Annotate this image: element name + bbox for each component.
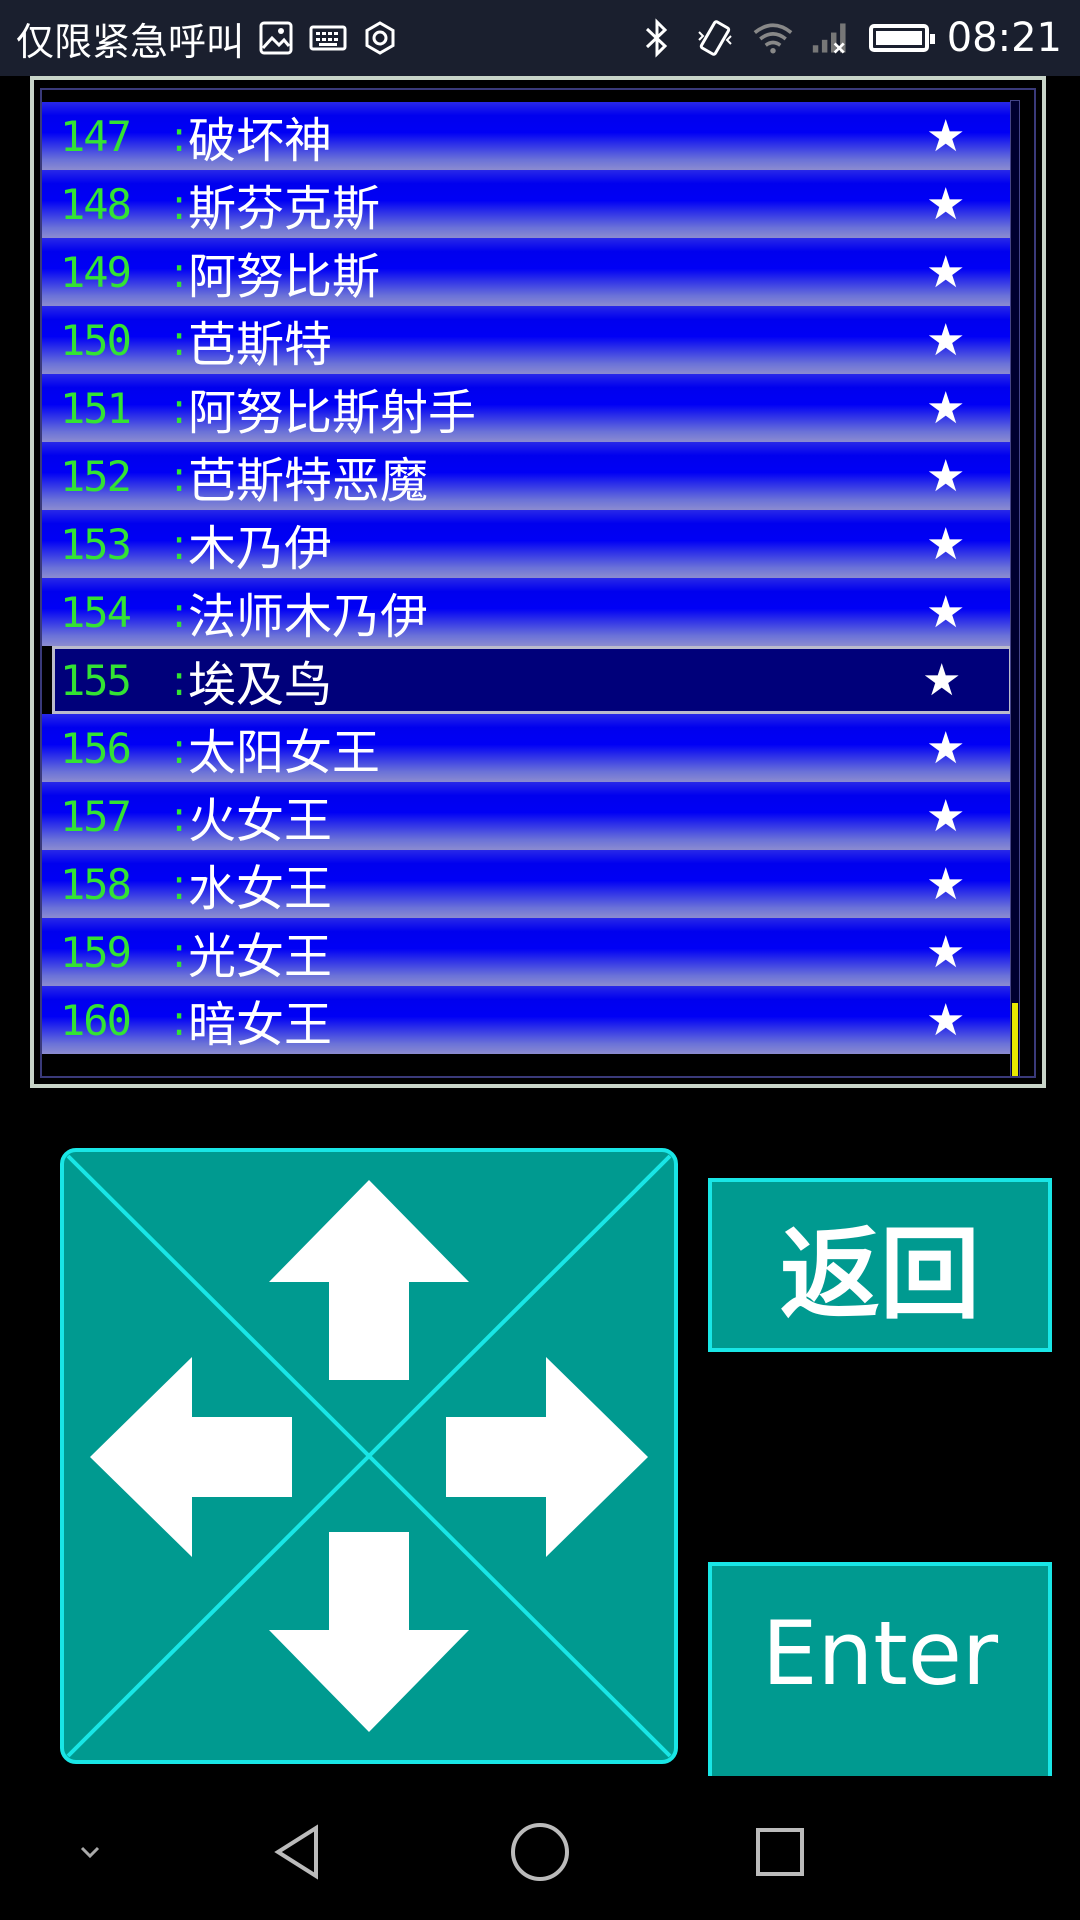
collapse-icon[interactable] xyxy=(50,1812,130,1892)
item-name: 芭斯特恶魔 xyxy=(188,453,429,509)
item-separator: : xyxy=(172,519,187,569)
item-number: 159 xyxy=(60,927,132,977)
status-left: 仅限紧急呼叫 xyxy=(16,14,400,64)
signal-icon xyxy=(811,18,851,58)
item-name: 埃及鸟 xyxy=(188,657,333,713)
star-icon: ★ xyxy=(926,926,966,978)
keyboard-icon xyxy=(308,18,348,58)
item-name: 破坏神 xyxy=(188,113,333,169)
item-name: 火女王 xyxy=(188,793,333,849)
arrow-right-icon[interactable] xyxy=(446,1357,648,1557)
list-item[interactable]: 158: 水女王 ★ xyxy=(42,850,1016,918)
system-nav-bar xyxy=(0,1776,1080,1920)
star-icon: ★ xyxy=(926,450,966,502)
item-name: 水女王 xyxy=(188,861,333,917)
item-separator: : xyxy=(172,587,187,637)
item-number: 155 xyxy=(60,655,132,705)
enter-button[interactable]: Enter xyxy=(708,1562,1052,1784)
star-icon: ★ xyxy=(926,858,966,910)
scrollbar-thumb[interactable] xyxy=(1012,1003,1018,1076)
item-number: 151 xyxy=(60,383,132,433)
item-name: 暗女王 xyxy=(188,997,333,1053)
item-name: 法师木乃伊 xyxy=(188,589,429,645)
star-icon: ★ xyxy=(926,994,966,1046)
item-separator: : xyxy=(172,791,187,841)
list-item[interactable]: 149: 阿努比斯 ★ xyxy=(42,238,1016,306)
list-item[interactable]: 148: 斯芬克斯 ★ xyxy=(42,170,1016,238)
item-separator: : xyxy=(172,859,187,909)
item-separator: : xyxy=(172,111,187,161)
list-item[interactable]: 154: 法师木乃伊 ★ xyxy=(42,578,1016,646)
item-separator: : xyxy=(172,179,187,229)
item-number: 152 xyxy=(60,451,132,501)
item-name: 芭斯特 xyxy=(188,317,333,373)
star-icon: ★ xyxy=(926,518,966,570)
star-icon: ★ xyxy=(926,790,966,842)
item-name: 木乃伊 xyxy=(188,521,333,577)
star-icon: ★ xyxy=(926,314,966,366)
recents-square-icon[interactable] xyxy=(740,1812,820,1892)
monster-list-panel: 160: 暗女王 ★ 159: 光女王 ★ 158: 水女王 ★ 157: 火女王 ★ 156: 太阳女王… xyxy=(30,76,1046,1088)
star-icon: ★ xyxy=(926,178,966,230)
item-number: 154 xyxy=(60,587,132,637)
item-number: 147 xyxy=(60,111,132,161)
item-number: 153 xyxy=(60,519,132,569)
star-icon: ★ xyxy=(922,654,962,706)
list-item[interactable]: 160: 暗女王 ★ xyxy=(42,986,1016,1054)
star-icon: ★ xyxy=(926,246,966,298)
list-item[interactable]: 150: 芭斯特 ★ xyxy=(42,306,1016,374)
item-separator: : xyxy=(172,247,187,297)
list-item[interactable]: 157: 火女王 ★ xyxy=(42,782,1016,850)
item-separator: : xyxy=(172,451,187,501)
list-item[interactable]: 153: 木乃伊 ★ xyxy=(42,510,1016,578)
status-bar: 仅限紧急呼叫 08:21 xyxy=(0,0,1080,76)
item-separator: : xyxy=(172,723,187,773)
list-item[interactable]: 159: 光女王 ★ xyxy=(42,918,1016,986)
item-number: 160 xyxy=(60,995,132,1045)
item-separator: : xyxy=(172,383,187,433)
scrollbar[interactable] xyxy=(1010,100,1020,1076)
carrier-text: 仅限紧急呼叫 xyxy=(16,19,245,64)
star-icon: ★ xyxy=(926,382,966,434)
item-separator: : xyxy=(172,927,187,977)
bluetooth-icon xyxy=(637,18,677,58)
list-item-selected[interactable]: 155: 埃及鸟 ★ xyxy=(52,646,1012,714)
star-icon: ★ xyxy=(926,586,966,638)
wifi-icon xyxy=(753,18,793,58)
item-number: 148 xyxy=(60,179,132,229)
item-name: 太阳女王 xyxy=(188,725,381,781)
direction-pad[interactable] xyxy=(60,1148,678,1764)
list-item[interactable]: 147: 破坏神 ★ xyxy=(42,102,1016,170)
back-button[interactable]: 返回 xyxy=(708,1178,1052,1352)
item-name: 光女王 xyxy=(188,929,333,985)
back-triangle-icon[interactable] xyxy=(258,1812,338,1892)
item-number: 150 xyxy=(60,315,132,365)
home-circle-icon[interactable] xyxy=(500,1812,580,1892)
vibrate-icon xyxy=(695,18,735,58)
item-separator: : xyxy=(172,315,187,365)
battery-icon xyxy=(868,24,935,52)
status-right: 08:21 xyxy=(637,14,1062,62)
star-icon: ★ xyxy=(926,110,966,162)
item-name: 斯芬克斯 xyxy=(188,181,381,237)
item-separator: : xyxy=(172,655,187,705)
monster-list[interactable]: 160: 暗女王 ★ 159: 光女王 ★ 158: 水女王 ★ 157: 火女王 ★ 156: 太阳女王… xyxy=(40,88,1036,1078)
item-number: 156 xyxy=(60,723,132,773)
item-number: 158 xyxy=(60,859,132,909)
arrow-up-icon[interactable] xyxy=(269,1180,469,1380)
item-name: 阿努比斯 xyxy=(188,249,381,305)
item-name: 阿努比斯射手 xyxy=(188,385,477,441)
star-icon: ★ xyxy=(926,722,966,774)
list-item[interactable]: 151: 阿努比斯射手 ★ xyxy=(42,374,1016,442)
item-separator: : xyxy=(172,995,187,1045)
gallery-icon xyxy=(256,18,296,58)
list-item[interactable]: 156: 太阳女王 ★ xyxy=(42,714,1016,782)
item-number: 149 xyxy=(60,247,132,297)
arrow-left-icon[interactable] xyxy=(90,1357,292,1557)
arrow-down-icon[interactable] xyxy=(269,1532,469,1732)
item-number: 157 xyxy=(60,791,132,841)
list-item[interactable]: 152: 芭斯特恶魔 ★ xyxy=(42,442,1016,510)
settings-hex-icon xyxy=(360,18,400,58)
clock: 08:21 xyxy=(946,15,1062,61)
